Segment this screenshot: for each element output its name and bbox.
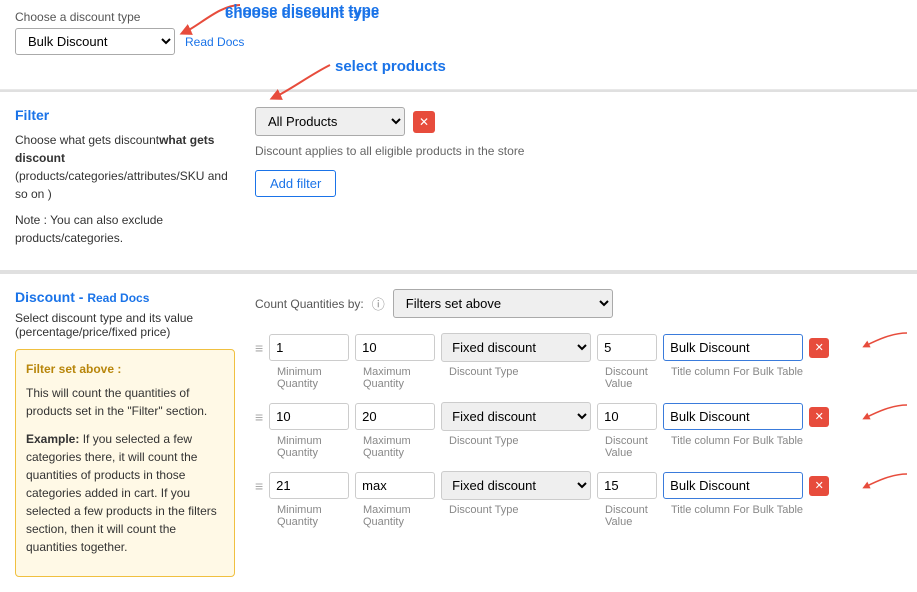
tier3-title[interactable] [663, 472, 803, 499]
read-docs-discount-link[interactable]: Read Docs [87, 291, 149, 305]
info-icon: ⓘ [372, 294, 385, 313]
tier3-remove-button[interactable]: ✕ [809, 476, 829, 496]
tier-row: ≡ Fixed discount ✕ Tier 1 [255, 333, 902, 362]
tier1-discount-type[interactable]: Fixed discount [441, 333, 591, 362]
tier1-min-qty[interactable] [269, 334, 349, 361]
tiers-container: ≡ Fixed discount ✕ Tier 1 [255, 333, 902, 528]
filter-heading: Filter [15, 107, 235, 123]
label-discount-type-3: Discount Type [449, 504, 599, 528]
choose-discount-annotation: choose discount type [225, 5, 379, 22]
tier1-max-qty[interactable] [355, 334, 435, 361]
label-discount-val-2: Discount Value [605, 435, 665, 459]
tier2-title[interactable] [663, 403, 803, 430]
add-filter-button[interactable]: Add filter [255, 170, 336, 197]
tier3-discount-value[interactable] [597, 472, 657, 499]
tier1-remove-button[interactable]: ✕ [809, 338, 829, 358]
tier3-discount-type[interactable]: Fixed discount [441, 471, 591, 500]
filter-note-text: Note : You can also exclude products/cat… [15, 211, 235, 247]
yellow-box-example-text: If you selected a few categories there, … [26, 432, 217, 554]
filter-set-above-box: Filter set above : This will count the q… [15, 349, 235, 577]
discount-left-panel: Discount - Read Docs Select discount typ… [15, 289, 235, 577]
tier2-max-qty[interactable] [355, 403, 435, 430]
tier3-max-qty[interactable] [355, 472, 435, 499]
tier2-discount-value[interactable] [597, 403, 657, 430]
yellow-box-example-label: Example: [26, 432, 79, 446]
label-max-qty-3: Maximum Quantity [363, 504, 443, 528]
tier3-labels: Minimum Quantity Maximum Quantity Discou… [255, 504, 902, 528]
label-max-qty-2: Maximum Quantity [363, 435, 443, 459]
tier-row: ≡ Fixed discount ✕ Tier 2 [255, 402, 902, 431]
filter-products-select[interactable]: All Products [255, 107, 405, 136]
filter-right-panel: All Products ✕ Discount applies to all e… [255, 107, 902, 255]
tier2-min-qty[interactable] [269, 403, 349, 430]
label-title-1: Title column For Bulk Table [671, 366, 811, 390]
label-min-qty-1: Minimum Quantity [277, 366, 357, 390]
label-discount-type-2: Discount Type [449, 435, 599, 459]
tier1-discount-value[interactable] [597, 334, 657, 361]
yellow-box-title: Filter set above : [26, 362, 121, 376]
label-min-qty-2: Minimum Quantity [277, 435, 357, 459]
tier2-arrow [837, 400, 917, 425]
tier-row: ≡ Fixed discount ✕ Tier 3 [255, 471, 902, 500]
drag-handle-1[interactable]: ≡ [255, 340, 263, 356]
label-max-qty-1: Maximum Quantity [363, 366, 443, 390]
discount-heading: Discount - Read Docs [15, 289, 235, 305]
tier1-arrow [837, 328, 917, 353]
tier3-min-qty[interactable] [269, 472, 349, 499]
filter-description: Choose what gets discountwhat gets disco… [15, 131, 235, 203]
tier3-arrow [837, 469, 917, 494]
label-discount-val-1: Discount Value [605, 366, 665, 390]
filter-applies-note: Discount applies to all eligible product… [255, 144, 902, 158]
count-qty-label: Count Quantities by: [255, 297, 364, 311]
yellow-box-line1: This will count the quantities of produc… [26, 384, 224, 420]
label-title-3: Title column For Bulk Table [671, 504, 811, 528]
drag-handle-3[interactable]: ≡ [255, 478, 263, 494]
discount-right-panel: Count Quantities by: ⓘ Filters set above… [255, 289, 902, 577]
discount-description: Select discount type and its value (perc… [15, 311, 235, 339]
tier1-title[interactable] [663, 334, 803, 361]
label-title-2: Title column For Bulk Table [671, 435, 811, 459]
label-discount-val-3: Discount Value [605, 504, 665, 528]
filter-left-panel: Filter Choose what gets discountwhat get… [15, 107, 235, 255]
label-discount-type-1: Discount Type [449, 366, 599, 390]
tier2-discount-type[interactable]: Fixed discount [441, 402, 591, 431]
tier2-remove-button[interactable]: ✕ [809, 407, 829, 427]
arrow-select-products [240, 55, 360, 105]
filter-remove-button[interactable]: ✕ [413, 111, 435, 133]
tier2-labels: Minimum Quantity Maximum Quantity Discou… [255, 435, 902, 459]
label-min-qty-3: Minimum Quantity [277, 504, 357, 528]
drag-handle-2[interactable]: ≡ [255, 409, 263, 425]
count-qty-select[interactable]: Filters set above [393, 289, 613, 318]
tier1-labels: Minimum Quantity Maximum Quantity Discou… [255, 366, 902, 390]
